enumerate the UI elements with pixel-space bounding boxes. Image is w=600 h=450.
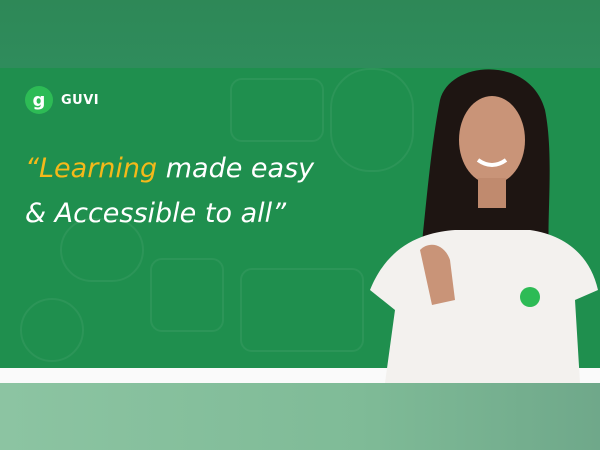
bottom-band <box>0 383 600 450</box>
shirt <box>370 230 598 383</box>
face <box>459 96 525 184</box>
person-photo <box>370 69 598 383</box>
neck <box>478 178 506 208</box>
shirt-logo-icon <box>520 287 540 307</box>
